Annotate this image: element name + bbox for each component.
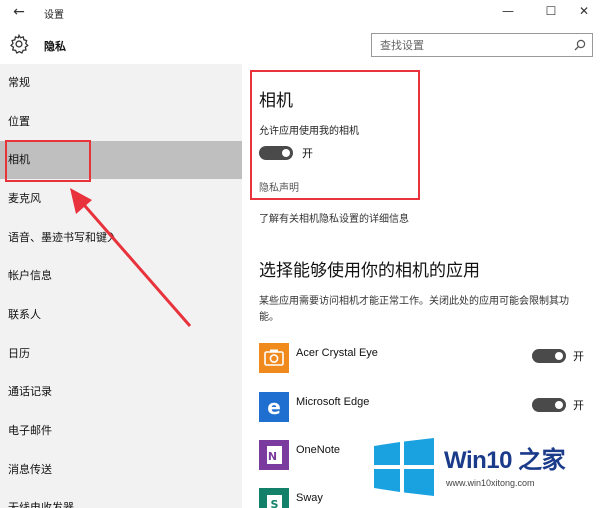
page-title: 隐私 [44, 40, 66, 53]
edge-icon: e [259, 392, 289, 422]
camera-app-icon [259, 343, 289, 373]
svg-text:N: N [268, 450, 277, 463]
app-camera-toggle-state: 开 [573, 399, 584, 412]
app-row-microsoft-edge: e Microsoft Edge 开 [259, 392, 589, 426]
search-icon[interactable] [574, 39, 586, 51]
onenote-icon: N [259, 440, 289, 470]
sidebar-item-radios[interactable]: 无线电收发器 [0, 489, 242, 508]
sidebar-item-calendar[interactable]: 日历 [0, 335, 242, 373]
app-name: Microsoft Edge [296, 396, 370, 408]
back-arrow-icon[interactable]: ← [10, 4, 28, 20]
app-name: Sway [296, 492, 323, 504]
window-title: 设置 [44, 10, 64, 21]
windows-logo-icon [374, 438, 434, 496]
maximize-button[interactable]: ☐ [543, 4, 559, 18]
sway-icon: S [259, 488, 289, 508]
svg-text:e: e [267, 395, 281, 419]
app-name: Acer Crystal Eye [296, 347, 378, 359]
sidebar-item-messaging[interactable]: 消息传送 [0, 451, 242, 489]
apps-section-heading: 选择能够使用你的相机的应用 [259, 261, 480, 281]
svg-text:S: S [271, 498, 279, 508]
search-box[interactable] [371, 33, 593, 57]
app-row-acer-crystal-eye: Acer Crystal Eye 开 [259, 343, 589, 377]
apps-section-description: 某些应用需要访问相机才能正常工作。关闭此处的应用可能会限制其功能。 [259, 296, 569, 323]
watermark-url: www.win10xitong.com [446, 478, 535, 488]
sidebar-item-email[interactable]: 电子邮件 [0, 412, 242, 450]
annotation-arrow [70, 188, 192, 327]
learn-more-link[interactable]: 了解有关相机隐私设置的详细信息 [259, 210, 409, 225]
app-camera-toggle[interactable] [532, 349, 566, 363]
sidebar-item-location[interactable]: 位置 [0, 103, 242, 141]
gear-icon [10, 33, 29, 54]
sidebar-item-call-history[interactable]: 通话记录 [0, 373, 242, 411]
sidebar-item-general[interactable]: 常规 [0, 64, 242, 102]
search-input[interactable] [372, 34, 568, 56]
app-name: OneNote [296, 444, 341, 456]
minimize-button[interactable]: — [500, 4, 516, 18]
app-camera-toggle[interactable] [532, 398, 566, 412]
app-camera-toggle-state: 开 [573, 350, 584, 363]
highlight-box-sidebar [5, 140, 91, 182]
title-bar: ← 设置 — ☐ ✕ [0, 0, 600, 26]
close-button[interactable]: ✕ [576, 4, 592, 18]
watermark: Win10 之家 www.win10xitong.com [366, 432, 600, 508]
watermark-brand: Win10 之家 [444, 447, 566, 474]
page-header: 隐私 [0, 26, 600, 64]
highlight-box-camera-section [250, 70, 420, 200]
